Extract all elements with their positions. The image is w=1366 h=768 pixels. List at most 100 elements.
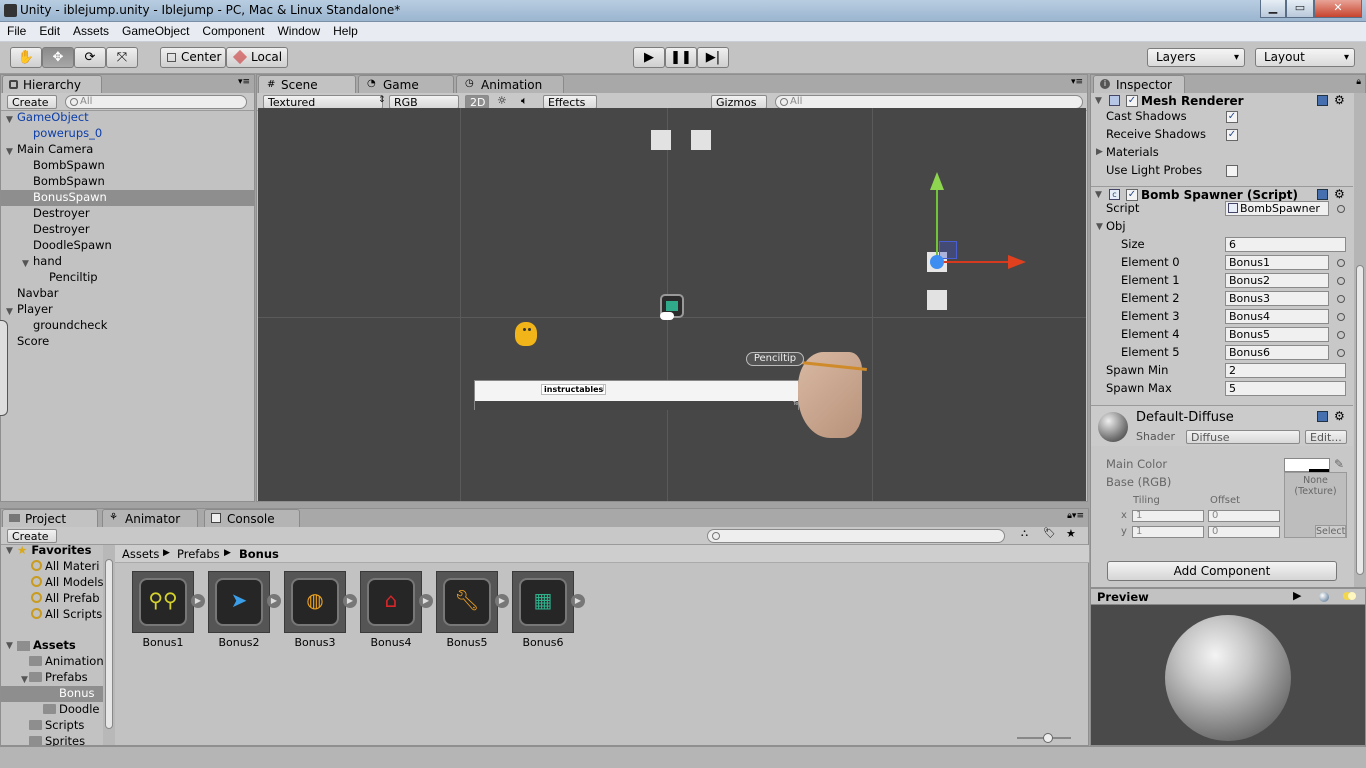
preview-light-icon[interactable]	[1343, 592, 1357, 601]
prefab-expand-icon[interactable]: ▶	[267, 594, 281, 608]
hierarchy-item[interactable]: Navbar	[1, 286, 254, 302]
favorite-item[interactable]: All Prefab	[31, 591, 103, 607]
hierarchy-item[interactable]: groundcheck	[1, 318, 254, 334]
hierarchy-item[interactable]: Destroyer	[1, 206, 254, 222]
effects-dropdown[interactable]: Effects	[543, 95, 597, 109]
spawn-min-input[interactable]: 2	[1225, 363, 1346, 378]
pause-button[interactable]: ❚❚	[665, 47, 697, 68]
help-book-icon[interactable]	[1317, 411, 1328, 422]
prefab-thumbnail[interactable]: ▦ ▶	[512, 571, 585, 633]
gizmo-x-arrow-icon[interactable]	[1008, 255, 1026, 269]
object-picker-icon[interactable]	[1337, 205, 1345, 213]
color-mode-dropdown[interactable]: RGB	[389, 95, 459, 109]
hierarchy-item[interactable]: DoodleSpawn	[1, 238, 254, 254]
breadcrumb-prefabs[interactable]: Prefabs	[177, 547, 220, 561]
pivot-center-button[interactable]: Center	[160, 47, 226, 68]
favorite-star-icon[interactable]: ★	[1066, 527, 1076, 540]
pivot-local-button[interactable]: Local	[226, 47, 288, 68]
tab-animation[interactable]: ◷ Animation	[456, 75, 564, 93]
tab-console[interactable]: Console	[204, 509, 300, 527]
collapse-triangle-icon[interactable]: ▼	[1095, 190, 1102, 200]
asset-folder-item[interactable]: Animation	[1, 654, 103, 670]
assets-header[interactable]: Assets	[33, 638, 76, 652]
object-picker-icon[interactable]	[1337, 277, 1345, 285]
favorites-header[interactable]: ★ Favorites	[17, 543, 91, 557]
filter-type-icon[interactable]: ⛬	[1021, 528, 1028, 539]
hierarchy-item[interactable]: ▼ Main Camera	[1, 142, 254, 158]
element-object-field[interactable]: Bonus1	[1225, 255, 1329, 270]
tab-game[interactable]: ◔ Game	[358, 75, 454, 93]
obj-foldout[interactable]: Obj	[1106, 218, 1126, 236]
lock-icon[interactable]: 🔒︎	[1356, 77, 1361, 87]
layout-dropdown[interactable]: Layout	[1255, 48, 1355, 67]
object-picker-icon[interactable]	[1337, 331, 1345, 339]
texture-select-button[interactable]: Select	[1315, 525, 1346, 538]
gear-icon[interactable]: ⚙	[1334, 93, 1345, 107]
tree-scrollbar-thumb[interactable]	[105, 559, 113, 729]
shader-dropdown[interactable]: Diffuse	[1186, 430, 1300, 444]
project-lock-icon[interactable]: 🔒︎▾≡	[1067, 511, 1084, 521]
breadcrumb-bonus[interactable]: Bonus	[239, 547, 279, 561]
collapse-triangle-icon[interactable]: ▼	[6, 641, 13, 651]
prefab-thumbnail[interactable]: ➤ ▶	[208, 571, 281, 633]
gizmo-x-axis[interactable]	[938, 261, 1010, 263]
zoom-slider-thumb[interactable]	[1043, 733, 1053, 743]
prefab-thumbnail[interactable]: ⚲⚲ ▶	[132, 571, 205, 633]
spawn-sprite[interactable]	[651, 130, 671, 150]
hierarchy-item[interactable]: ▼ Player	[1, 302, 254, 318]
menu-assets[interactable]: Assets	[66, 22, 115, 38]
asset-folder-item[interactable]: ▼ Prefabs	[1, 670, 103, 686]
asset-folder-item[interactable]: Scripts	[1, 718, 103, 734]
zoom-slider[interactable]	[1017, 733, 1071, 743]
favorite-item[interactable]: All Scripts	[31, 607, 103, 623]
object-picker-icon[interactable]	[1337, 295, 1345, 303]
element-object-field[interactable]: Bonus4	[1225, 309, 1329, 324]
object-picker-icon[interactable]	[1337, 259, 1345, 267]
filter-label-icon[interactable]: 🏷︎	[1043, 528, 1056, 539]
prefab-thumbnail[interactable]: 🔧︎ ▶	[436, 571, 509, 633]
script-object-field[interactable]: BombSpawner	[1225, 201, 1329, 216]
doodle-player-sprite[interactable]	[515, 322, 537, 346]
navbar-sprite[interactable]: instructables TechBug	[474, 380, 814, 410]
scrollbar-thumb[interactable]	[1356, 265, 1364, 575]
element-object-field[interactable]: Bonus6	[1225, 345, 1329, 360]
preview-play-icon[interactable]: ▶	[1293, 589, 1301, 602]
material-preview-sphere[interactable]	[1165, 615, 1291, 741]
help-book-icon[interactable]	[1317, 189, 1328, 200]
prefab-expand-icon[interactable]: ▶	[343, 594, 357, 608]
element-object-field[interactable]: Bonus5	[1225, 327, 1329, 342]
collapse-triangle-icon[interactable]: ▼	[6, 546, 13, 556]
collapse-triangle-icon[interactable]: ▼	[1095, 96, 1102, 106]
menu-help[interactable]: Help	[326, 22, 364, 38]
prefab-expand-icon[interactable]: ▶	[191, 594, 205, 608]
hierarchy-search-input[interactable]: All	[65, 95, 247, 109]
tab-inspector[interactable]: i Inspector	[1093, 75, 1185, 93]
spawn-max-input[interactable]: 5	[1225, 381, 1346, 396]
side-handle[interactable]	[0, 320, 8, 416]
render-mode-dropdown[interactable]: Textured	[263, 95, 383, 109]
asset-folder-item[interactable]: Doodle	[1, 702, 103, 718]
tab-scene[interactable]: # Scene	[258, 75, 356, 93]
tab-project[interactable]: Project	[2, 509, 98, 527]
hierarchy-item[interactable]: Score	[1, 334, 254, 350]
use-light-probes-checkbox[interactable]	[1226, 165, 1238, 177]
main-color-swatch[interactable]	[1284, 458, 1330, 472]
prefab-thumbnail[interactable]: ◍ ▶	[284, 571, 357, 633]
gizmo-y-arrow-icon[interactable]	[930, 172, 944, 190]
element-object-field[interactable]: Bonus2	[1225, 273, 1329, 288]
scene-search-input[interactable]: All	[775, 95, 1083, 109]
eyedropper-icon[interactable]: ✎	[1334, 457, 1344, 471]
cast-shadows-checkbox[interactable]: ✓	[1226, 111, 1238, 123]
menu-gameobject[interactable]: GameObject	[115, 22, 195, 38]
spawn-sprite[interactable]	[927, 290, 947, 310]
prefab-expand-icon[interactable]: ▶	[495, 594, 509, 608]
scale-tool-button[interactable]: ⤧	[106, 47, 138, 68]
spawn-sprite[interactable]	[691, 130, 711, 150]
texture-slot[interactable]: None (Texture) Select	[1284, 472, 1347, 538]
prefab-expand-icon[interactable]: ▶	[571, 594, 585, 608]
hierarchy-create-dropdown[interactable]: Create	[7, 95, 57, 109]
step-button[interactable]: ▶|	[697, 47, 729, 68]
shader-edit-button[interactable]: Edit...	[1305, 430, 1347, 444]
receive-shadows-checkbox[interactable]: ✓	[1226, 129, 1238, 141]
maximize-button[interactable]: ▭	[1286, 0, 1314, 18]
